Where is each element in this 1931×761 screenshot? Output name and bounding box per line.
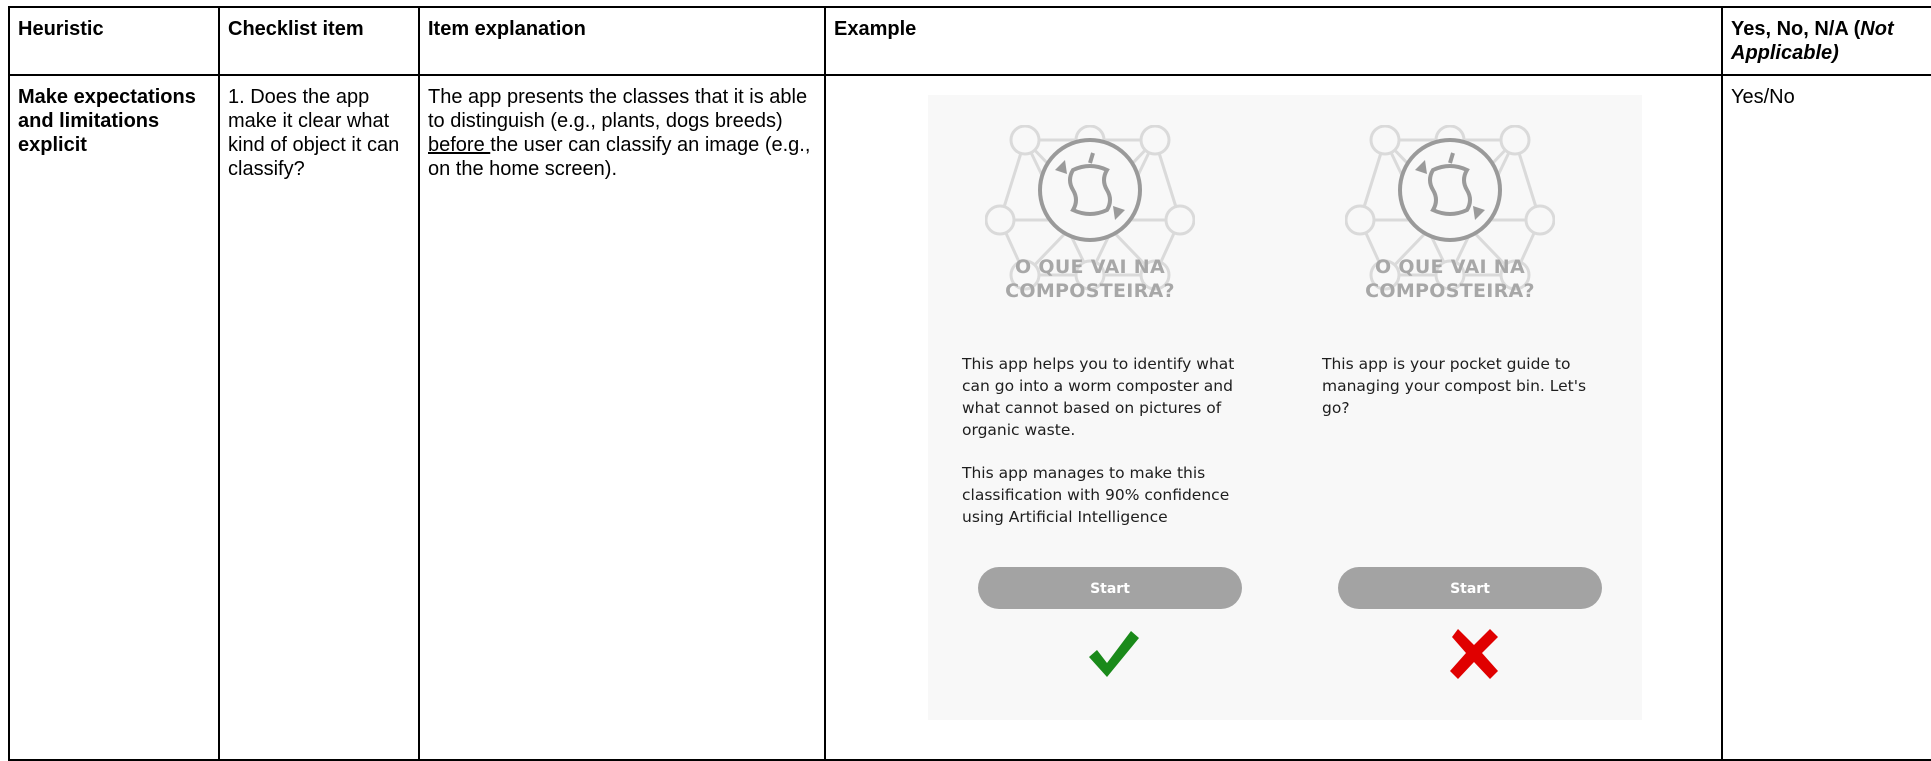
- header-answer: Yes, No, N/A (Not Applicable): [1721, 6, 1931, 76]
- cross-icon: [1450, 629, 1498, 679]
- logo-title-line1: O QUE VAI NA: [1015, 256, 1165, 278]
- answer-cell: Yes/No: [1721, 74, 1931, 761]
- logo-title-line2: COMPOSTEIRA?: [1005, 280, 1175, 302]
- header-heuristic: Heuristic: [8, 6, 220, 76]
- good-confidence-text: This app manages to make this classifica…: [962, 464, 1230, 526]
- bad-description-text: This app is your pocket guide to managin…: [1322, 355, 1587, 417]
- start-button[interactable]: Start: [1338, 567, 1602, 609]
- header-answer-text: Yes, No, N/A (: [1731, 18, 1861, 40]
- explanation-text-before: The app presents the classes that it is …: [428, 86, 808, 132]
- example-screens-panel: O QUE VAI NA COMPOSTEIRA? This app helps…: [928, 95, 1642, 720]
- bad-example-screen: O QUE VAI NA COMPOSTEIRA? This app is yo…: [1288, 95, 1628, 720]
- header-row: Heuristic Checklist item Item explanatio…: [8, 6, 1931, 76]
- item-explanation-cell: The app presents the classes that it is …: [418, 74, 826, 761]
- start-button[interactable]: Start: [978, 567, 1242, 609]
- header-item-explanation: Item explanation: [418, 6, 826, 76]
- check-icon: [1089, 631, 1139, 677]
- header-checklist-item: Checklist item: [218, 6, 420, 76]
- explanation-underlined: before: [428, 134, 491, 156]
- good-description-text: This app helps you to identify what can …: [962, 355, 1235, 439]
- logo-title-line2: COMPOSTEIRA?: [1365, 280, 1535, 302]
- heuristic-cell: Make expectations and limitations explic…: [8, 74, 220, 761]
- header-example: Example: [824, 6, 1723, 76]
- logo-title-line1: O QUE VAI NA: [1375, 256, 1525, 278]
- checklist-item-cell: 1. Does the app make it clear what kind …: [218, 74, 420, 761]
- good-example-screen: O QUE VAI NA COMPOSTEIRA? This app helps…: [928, 95, 1268, 720]
